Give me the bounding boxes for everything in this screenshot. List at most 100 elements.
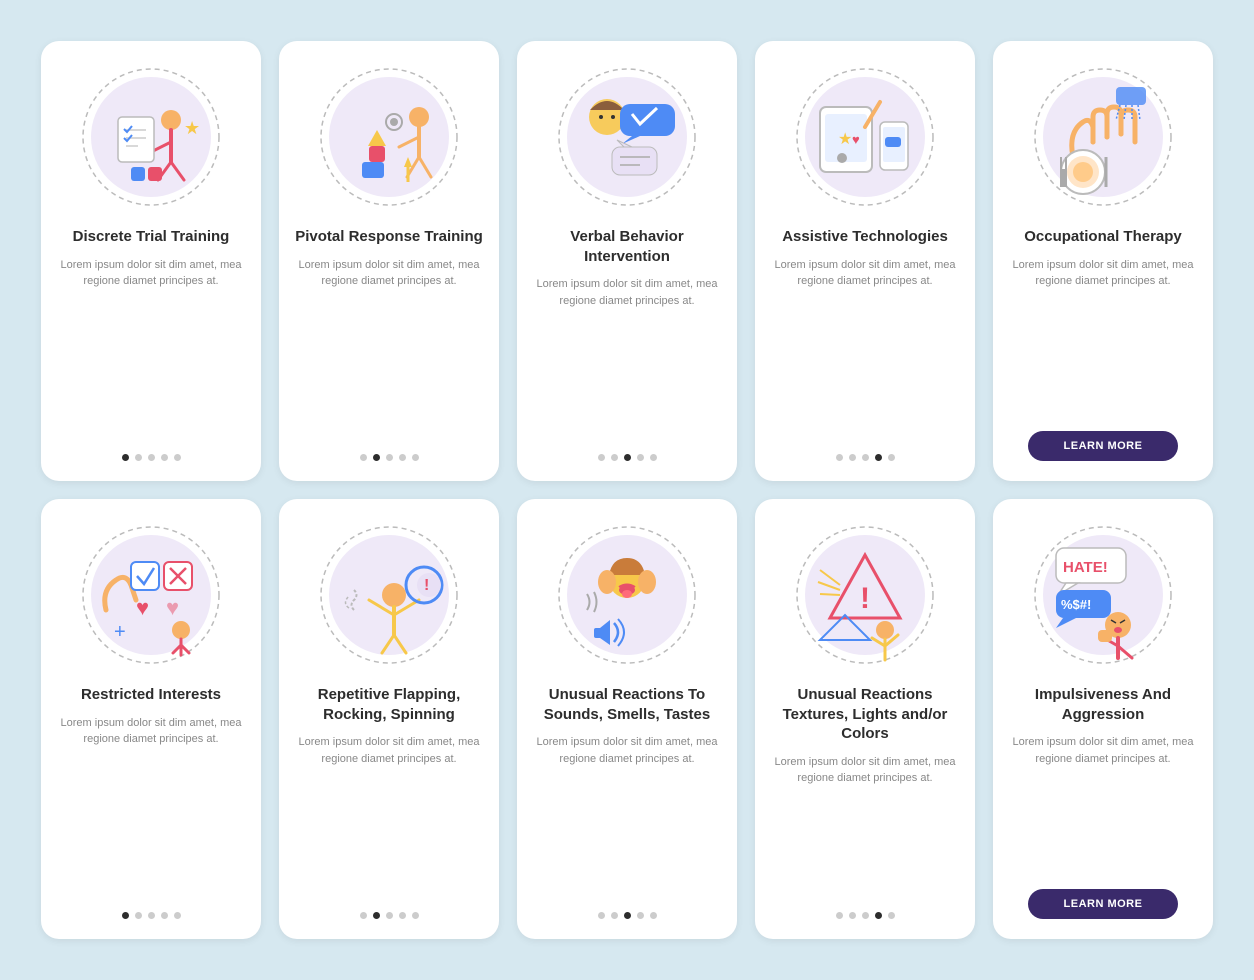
- dot: [836, 912, 843, 919]
- card-6-title: Restricted Interests: [81, 685, 221, 705]
- card-unusual-textures: ! Unusual Reactions Textures, Lights and…: [755, 499, 975, 939]
- card-4-dots: [836, 454, 895, 461]
- dot: [373, 912, 380, 919]
- card-9-title: Unusual Reactions Textures, Lights and/o…: [771, 685, 959, 744]
- card-2-title: Pivotal Response Training: [295, 227, 483, 247]
- card-6-dots: [122, 912, 181, 919]
- svg-text:%$#!: %$#!: [1061, 597, 1091, 612]
- card-impulsiveness: HATE! %$#! Impulsiveness And Aggression …: [993, 499, 1213, 939]
- card-7-title: Repetitive Flapping, Rocking, Spinning: [295, 685, 483, 724]
- dot: [386, 454, 393, 461]
- dot: [360, 454, 367, 461]
- dot: [122, 912, 129, 919]
- dot: [148, 912, 155, 919]
- card-7-dots: [360, 912, 419, 919]
- dot: [849, 912, 856, 919]
- dot: [624, 912, 631, 919]
- card-10-title: Impulsiveness And Aggression: [1009, 685, 1197, 724]
- dot: [875, 454, 882, 461]
- svg-text:♥: ♥: [166, 595, 179, 620]
- dot: [174, 912, 181, 919]
- svg-text:★: ★: [838, 131, 852, 148]
- dot: [624, 454, 631, 461]
- dot: [373, 454, 380, 461]
- learn-more-button-2[interactable]: LEARN MORE: [1028, 889, 1178, 919]
- dot: [598, 912, 605, 919]
- svg-text:♥: ♥: [852, 132, 860, 147]
- dot: [135, 912, 142, 919]
- dot: [650, 912, 657, 919]
- dot: [611, 454, 618, 461]
- card-grid: ★ Discrete Trial Training Lorem ipsum do…: [17, 17, 1237, 963]
- dot: [611, 912, 618, 919]
- svg-text:+: +: [114, 621, 126, 643]
- learn-more-button-1[interactable]: LEARN MORE: [1028, 431, 1178, 461]
- card-1-dots: [122, 454, 181, 461]
- card-4-body: Lorem ipsum dolor sit dim amet, mea regi…: [771, 257, 959, 443]
- dot: [399, 454, 406, 461]
- dot: [174, 454, 181, 461]
- svg-text:♥: ♥: [136, 595, 149, 620]
- illustration-textures: !: [785, 515, 945, 675]
- card-9-dots: [836, 912, 895, 919]
- illustration-flapping: !: [309, 515, 469, 675]
- dot: [862, 454, 869, 461]
- dot: [888, 912, 895, 919]
- dot: [598, 454, 605, 461]
- dot: [862, 912, 869, 919]
- card-2-body: Lorem ipsum dolor sit dim amet, mea regi…: [295, 257, 483, 443]
- dot: [161, 912, 168, 919]
- dot: [412, 454, 419, 461]
- dot: [122, 454, 129, 461]
- svg-text:!: !: [860, 582, 870, 615]
- dot: [849, 454, 856, 461]
- svg-text:!: !: [424, 577, 429, 594]
- card-5-title: Occupational Therapy: [1024, 227, 1182, 247]
- card-2-dots: [360, 454, 419, 461]
- card-5-body: Lorem ipsum dolor sit dim amet, mea regi…: [1009, 257, 1197, 420]
- card-assistive-tech: ★ ♥ Assistive Technologies Lorem ipsum d…: [755, 41, 975, 481]
- card-repetitive-flapping: ! Repetitive Flapping, Rocking, Spinning…: [279, 499, 499, 939]
- dot: [161, 454, 168, 461]
- illustration-pivotal: [309, 57, 469, 217]
- dot: [875, 912, 882, 919]
- card-restricted-interests: ♥ + ♥ Restricted Interests Lorem ipsum d…: [41, 499, 261, 939]
- card-3-title: Verbal Behavior Intervention: [533, 227, 721, 266]
- dot: [148, 454, 155, 461]
- card-pivotal-response: Pivotal Response Training Lorem ipsum do…: [279, 41, 499, 481]
- dot: [836, 454, 843, 461]
- card-10-body: Lorem ipsum dolor sit dim amet, mea regi…: [1009, 734, 1197, 877]
- illustration-restricted: ♥ + ♥: [71, 515, 231, 675]
- card-1-body: Lorem ipsum dolor sit dim amet, mea regi…: [57, 257, 245, 443]
- dot: [637, 454, 644, 461]
- dot: [360, 912, 367, 919]
- card-4-title: Assistive Technologies: [782, 227, 948, 247]
- card-1-title: Discrete Trial Training: [73, 227, 230, 247]
- card-7-body: Lorem ipsum dolor sit dim amet, mea regi…: [295, 734, 483, 900]
- illustration-impulsiveness: HATE! %$#!: [1023, 515, 1183, 675]
- illustration-occupational: [1023, 57, 1183, 217]
- card-6-body: Lorem ipsum dolor sit dim amet, mea regi…: [57, 715, 245, 901]
- dot: [412, 912, 419, 919]
- card-8-dots: [598, 912, 657, 919]
- illustration-assistive: ★ ♥: [785, 57, 945, 217]
- svg-text:★: ★: [184, 118, 200, 138]
- dot: [637, 912, 644, 919]
- card-3-body: Lorem ipsum dolor sit dim amet, mea regi…: [533, 276, 721, 442]
- card-unusual-sounds: Unusual Reactions To Sounds, Smells, Tas…: [517, 499, 737, 939]
- illustration-discrete-trial: ★: [71, 57, 231, 217]
- illustration-verbal: [547, 57, 707, 217]
- dot: [386, 912, 393, 919]
- card-3-dots: [598, 454, 657, 461]
- illustration-sounds: [547, 515, 707, 675]
- card-occupational-therapy: Occupational Therapy Lorem ipsum dolor s…: [993, 41, 1213, 481]
- card-9-body: Lorem ipsum dolor sit dim amet, mea regi…: [771, 754, 959, 901]
- dot: [888, 454, 895, 461]
- card-discrete-trial: ★ Discrete Trial Training Lorem ipsum do…: [41, 41, 261, 481]
- dot: [650, 454, 657, 461]
- card-verbal-behavior: Verbal Behavior Intervention Lorem ipsum…: [517, 41, 737, 481]
- card-8-body: Lorem ipsum dolor sit dim amet, mea regi…: [533, 734, 721, 900]
- card-8-title: Unusual Reactions To Sounds, Smells, Tas…: [533, 685, 721, 724]
- svg-text:HATE!: HATE!: [1063, 559, 1108, 576]
- dot: [135, 454, 142, 461]
